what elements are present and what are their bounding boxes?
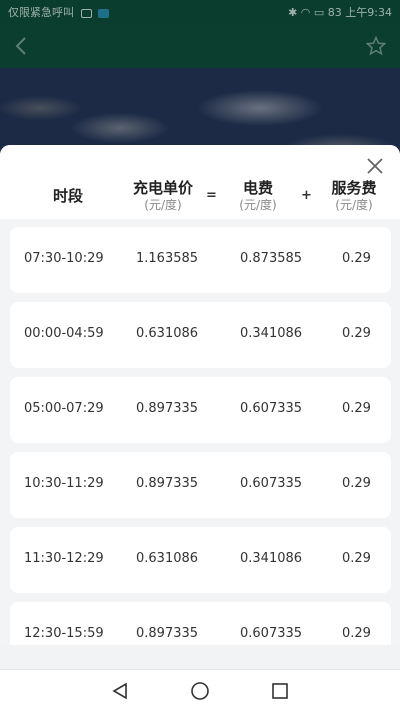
row-electricity: 0.341086 (240, 326, 303, 341)
price-row: 00:00-04:59 0.631086 0.341086 0.29 (10, 302, 391, 368)
row-service: 0.29 (342, 551, 371, 566)
status-time: 上午9:34 (345, 6, 392, 19)
battery-level: 83 (327, 6, 342, 19)
notification-icon (80, 8, 92, 18)
row-service: 0.29 (342, 476, 371, 491)
triangle-back-icon[interactable] (111, 682, 129, 700)
carrier-text: 仅限紧急呼叫 (8, 6, 74, 19)
price-row: 05:00-07:29 0.897335 0.607335 0.29 (10, 377, 391, 443)
price-row: 11:30-12:29 0.631086 0.341086 0.29 (10, 527, 391, 593)
circle-home-icon[interactable] (190, 681, 210, 701)
status-bar: 仅限紧急呼叫 ✱ ◠ ▭ 83 上午9:34 (0, 0, 400, 24)
row-electricity: 0.607335 (240, 401, 303, 416)
status-right: ✱ ◠ ▭ 83 上午9:34 (288, 4, 392, 20)
battery-icon: ▭ (313, 6, 325, 19)
row-price: 0.897335 (136, 626, 199, 641)
price-sheet: 时段 充电单价 (元/度) = 电费 (元/度) + 服务费 (元/度) 07:… (0, 145, 400, 645)
star-outline-icon (366, 36, 386, 56)
row-electricity: 0.341086 (240, 551, 303, 566)
column-unit-price: 充电单价 (元/度) (124, 179, 202, 213)
row-period: 10:30-11:29 (24, 476, 104, 491)
app-notification-icon (98, 8, 109, 18)
row-price: 1.163585 (136, 251, 199, 266)
column-service-unit: (元/度) (335, 198, 373, 212)
price-row: 12:30-15:59 0.897335 0.607335 0.29 (10, 602, 391, 645)
favorite-button[interactable] (366, 36, 386, 56)
wifi-icon: ◠ (300, 6, 311, 19)
column-electricity-unit: (元/度) (239, 198, 277, 212)
column-service: 服务费 (元/度) (324, 179, 384, 213)
row-electricity: 0.607335 (240, 476, 303, 491)
row-service: 0.29 (342, 401, 371, 416)
column-period: 时段 (40, 187, 96, 205)
equals-sign: = (206, 188, 217, 203)
plus-sign: + (301, 188, 312, 203)
sheet-header: 时段 充电单价 (元/度) = 电费 (元/度) + 服务费 (元/度) (0, 145, 400, 219)
column-service-title: 服务费 (331, 179, 377, 197)
row-period: 05:00-07:29 (24, 401, 104, 416)
row-period: 00:00-04:59 (24, 326, 104, 341)
row-service: 0.29 (342, 326, 371, 341)
price-row: 10:30-11:29 0.897335 0.607335 0.29 (10, 452, 391, 518)
column-electricity: 电费 (元/度) (226, 179, 290, 213)
row-period: 07:30-10:29 (24, 251, 104, 266)
back-button[interactable] (14, 36, 28, 56)
row-electricity: 0.607335 (240, 626, 303, 641)
system-nav-bar (0, 669, 400, 711)
column-unit-price-unit: (元/度) (144, 198, 182, 212)
column-unit-price-title: 充电单价 (132, 179, 193, 197)
close-icon[interactable] (366, 157, 384, 175)
column-period-title: 时段 (52, 187, 83, 205)
row-period: 12:30-15:59 (24, 626, 104, 641)
app-bar (0, 24, 400, 68)
row-price: 0.631086 (136, 551, 199, 566)
price-row: 07:30-10:29 1.163585 0.873585 0.29 (10, 227, 391, 293)
row-price: 0.631086 (136, 326, 199, 341)
bluetooth-icon: ✱ (288, 6, 298, 19)
row-service: 0.29 (342, 626, 371, 641)
row-period: 11:30-12:29 (24, 551, 104, 566)
row-service: 0.29 (342, 251, 371, 266)
row-electricity: 0.873585 (240, 251, 303, 266)
chevron-left-icon (15, 37, 26, 55)
row-price: 0.897335 (136, 476, 199, 491)
row-price: 0.897335 (136, 401, 199, 416)
square-recents-icon[interactable] (271, 682, 289, 700)
column-electricity-title: 电费 (242, 179, 273, 197)
status-left: 仅限紧急呼叫 (8, 4, 288, 20)
